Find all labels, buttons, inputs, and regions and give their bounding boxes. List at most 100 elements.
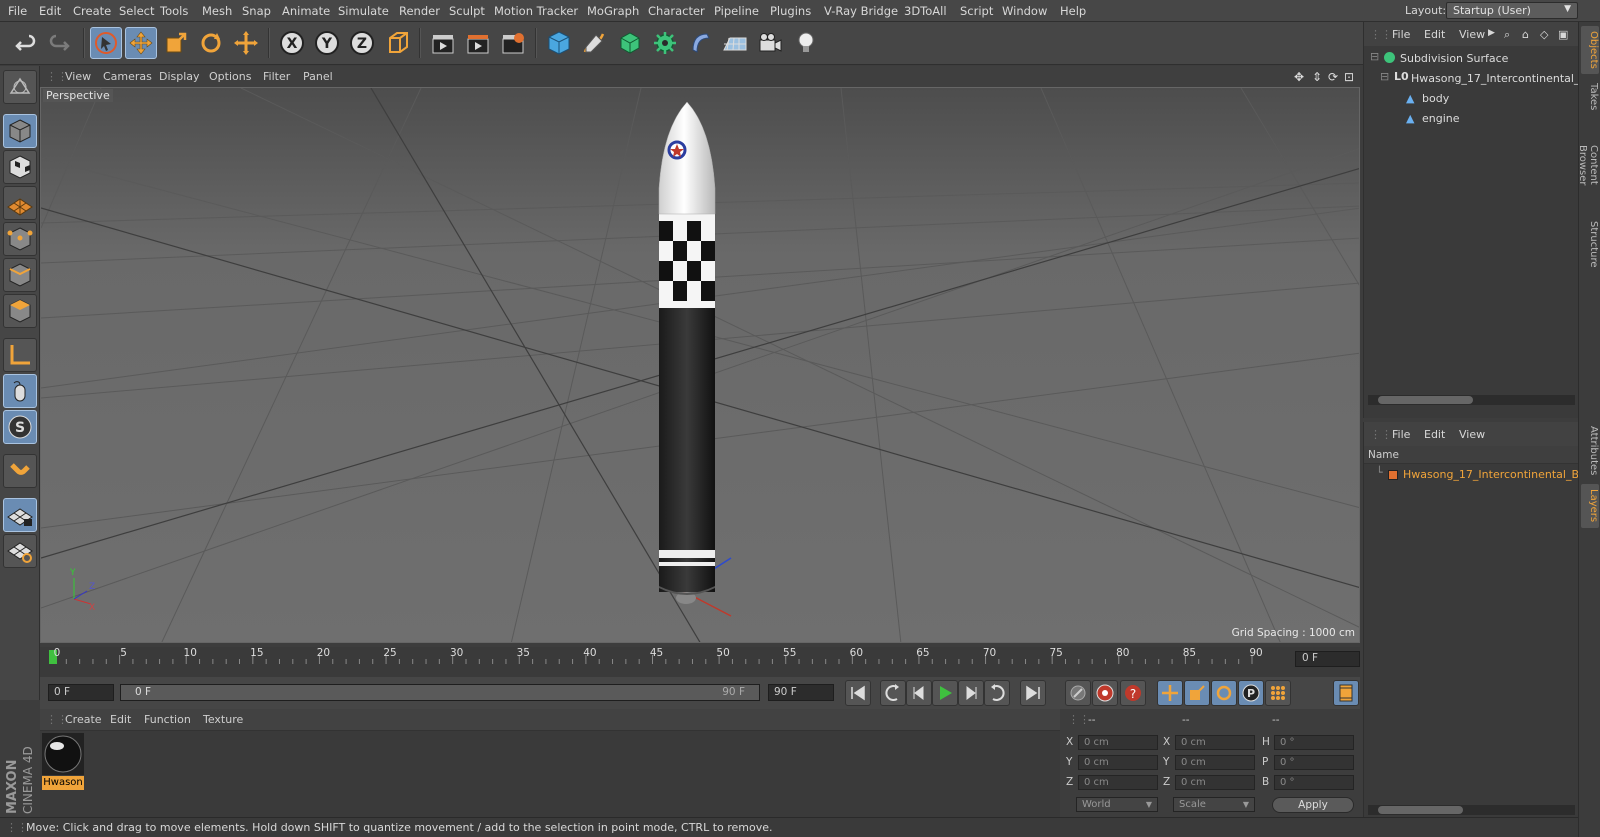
menu-create[interactable]: Create (73, 4, 111, 18)
tree-item-hwasong-group[interactable]: ⊟ L0 Hwasong_17_Intercontinental_Ba (1364, 70, 1594, 90)
menu-render[interactable]: Render (399, 4, 440, 18)
new-window-icon[interactable]: ▣ (1558, 28, 1568, 41)
layers-menu-file[interactable]: File (1392, 428, 1410, 441)
key-point-level-button[interactable] (1265, 680, 1291, 706)
tree-item-engine[interactable]: ▲ engine (1364, 110, 1579, 130)
move-tool-button[interactable] (125, 27, 157, 59)
scale-tool-button[interactable] (160, 27, 192, 59)
objects-menu-view[interactable]: View (1459, 28, 1485, 41)
menu-mograph[interactable]: MoGraph (587, 4, 639, 18)
deformer-button[interactable] (684, 27, 716, 59)
layers-menu-view[interactable]: View (1459, 428, 1485, 441)
solo-mode-button[interactable]: S (3, 410, 37, 444)
size-mode-select[interactable]: Scale ▼ (1173, 797, 1255, 812)
menu-character[interactable]: Character (648, 4, 705, 18)
objects-horizontal-scrollbar[interactable] (1368, 395, 1575, 405)
key-parameter-button[interactable]: P (1238, 680, 1264, 706)
material-swatch[interactable]: Hwason (42, 733, 84, 791)
z-axis-lock-button[interactable]: Z (346, 27, 378, 59)
scrollbar-thumb[interactable] (1378, 396, 1473, 404)
axis-mode-button[interactable] (3, 338, 37, 372)
menu-edit[interactable]: Edit (39, 4, 61, 18)
hwasong-17-rocket-model[interactable] (658, 101, 716, 604)
next-frame-button[interactable] (958, 680, 984, 706)
previous-key-button[interactable] (880, 680, 906, 706)
perspective-viewport[interactable]: Y Z X Perspective Grid Spacing : 1000 cm (40, 87, 1360, 643)
texture-mode-button[interactable] (3, 150, 37, 184)
viewport-menu-options[interactable]: Options (209, 70, 251, 83)
layer-color-swatch[interactable] (1388, 470, 1398, 480)
viewport-menu-view[interactable]: View (65, 70, 91, 83)
menu-script[interactable]: Script (960, 4, 993, 18)
key-rotation-button[interactable] (1211, 680, 1237, 706)
coordinate-space-select[interactable]: World ▼ (1076, 797, 1158, 812)
locked-workplane-button[interactable] (3, 498, 37, 532)
menu-window[interactable]: Window (1002, 4, 1047, 18)
viewport-menu-filter[interactable]: Filter (263, 70, 290, 83)
viewport-nav-rotate-icon[interactable]: ⟳ (1328, 70, 1338, 84)
menu-file[interactable]: File (8, 4, 27, 18)
viewport-menu-panel[interactable]: Panel (303, 70, 333, 83)
light-button[interactable] (790, 27, 822, 59)
apply-button[interactable]: Apply (1272, 797, 1354, 813)
menu-mesh[interactable]: Mesh (202, 4, 232, 18)
viewport-menu-display[interactable]: Display (159, 70, 200, 83)
tree-expand-icon[interactable]: ⊟ (1370, 50, 1379, 63)
tab-layers[interactable]: Layers (1581, 484, 1599, 528)
points-mode-button[interactable] (3, 222, 37, 256)
polygons-mode-button[interactable] (3, 294, 37, 328)
snapping-button[interactable] (3, 454, 37, 488)
rotation-p-field[interactable]: 0 ° (1274, 755, 1354, 770)
rotate-tool-button[interactable] (195, 27, 227, 59)
cube-object-button[interactable] (543, 27, 575, 59)
planar-workplane-button[interactable] (3, 534, 37, 568)
tab-attributes[interactable]: Attributes (1581, 422, 1599, 480)
workplane-mode-button[interactable] (3, 186, 37, 220)
start-frame-field[interactable]: 0 F (48, 684, 114, 701)
rotation-h-field[interactable]: 0 ° (1274, 735, 1354, 750)
position-z-field[interactable]: 0 cm (1078, 775, 1158, 790)
menu-animate[interactable]: Animate (282, 4, 330, 18)
tab-objects[interactable]: Objects (1581, 26, 1599, 74)
size-z-field[interactable]: 0 cm (1175, 775, 1255, 790)
menu-help[interactable]: Help (1060, 4, 1086, 18)
tree-item-body[interactable]: ▲ body (1364, 90, 1579, 110)
key-scale-button[interactable] (1184, 680, 1210, 706)
transform-tool-button[interactable] (230, 27, 262, 59)
frame-range-slider[interactable]: 0 F 90 F (120, 684, 760, 701)
menu-simulate[interactable]: Simulate (338, 4, 389, 18)
tab-content-browser[interactable]: Content Browser (1577, 120, 1599, 210)
viewport-menu-cameras[interactable]: Cameras (103, 70, 152, 83)
go-to-start-button[interactable] (845, 680, 871, 706)
material-menu-texture[interactable]: Texture (203, 713, 243, 726)
menu-arrow-icon[interactable]: ▶ (1488, 28, 1495, 38)
spline-pen-button[interactable] (578, 27, 610, 59)
position-x-field[interactable]: 0 cm (1078, 735, 1158, 750)
menu-pipeline[interactable]: Pipeline (714, 4, 759, 18)
live-selection-button[interactable] (90, 27, 122, 59)
make-editable-button[interactable] (3, 70, 37, 104)
menu-snap[interactable]: Snap (242, 4, 271, 18)
autokey-button[interactable]: ? (1120, 680, 1146, 706)
rotation-b-field[interactable]: 0 ° (1274, 775, 1354, 790)
current-frame-field[interactable]: 0 F (1295, 651, 1360, 667)
coordinate-system-button[interactable] (382, 27, 414, 59)
scrollbar-thumb[interactable] (1378, 806, 1463, 814)
viewport-maximize-icon[interactable]: ⊡ (1344, 70, 1354, 84)
menu-motion-tracker[interactable]: Motion Tracker (494, 4, 578, 18)
home-icon[interactable]: ⌂ (1522, 28, 1529, 41)
cloner-button[interactable] (649, 27, 681, 59)
edges-mode-button[interactable] (3, 258, 37, 292)
record-keys-button[interactable] (1065, 680, 1091, 706)
size-x-field[interactable]: 0 cm (1175, 735, 1255, 750)
model-mode-button[interactable] (3, 114, 37, 148)
tree-item-subdivision-surface[interactable]: ⊟ Subdivision Surface (1364, 50, 1579, 70)
size-y-field[interactable]: 0 cm (1175, 755, 1255, 770)
next-key-button[interactable] (984, 680, 1010, 706)
objects-menu-edit[interactable]: Edit (1424, 28, 1445, 41)
x-axis-lock-button[interactable]: X (276, 27, 308, 59)
layout-select[interactable]: Startup (User) ▼ (1446, 2, 1578, 19)
record-active-button[interactable] (1092, 680, 1118, 706)
undo-button[interactable] (8, 27, 40, 59)
menu-sculpt[interactable]: Sculpt (449, 4, 485, 18)
